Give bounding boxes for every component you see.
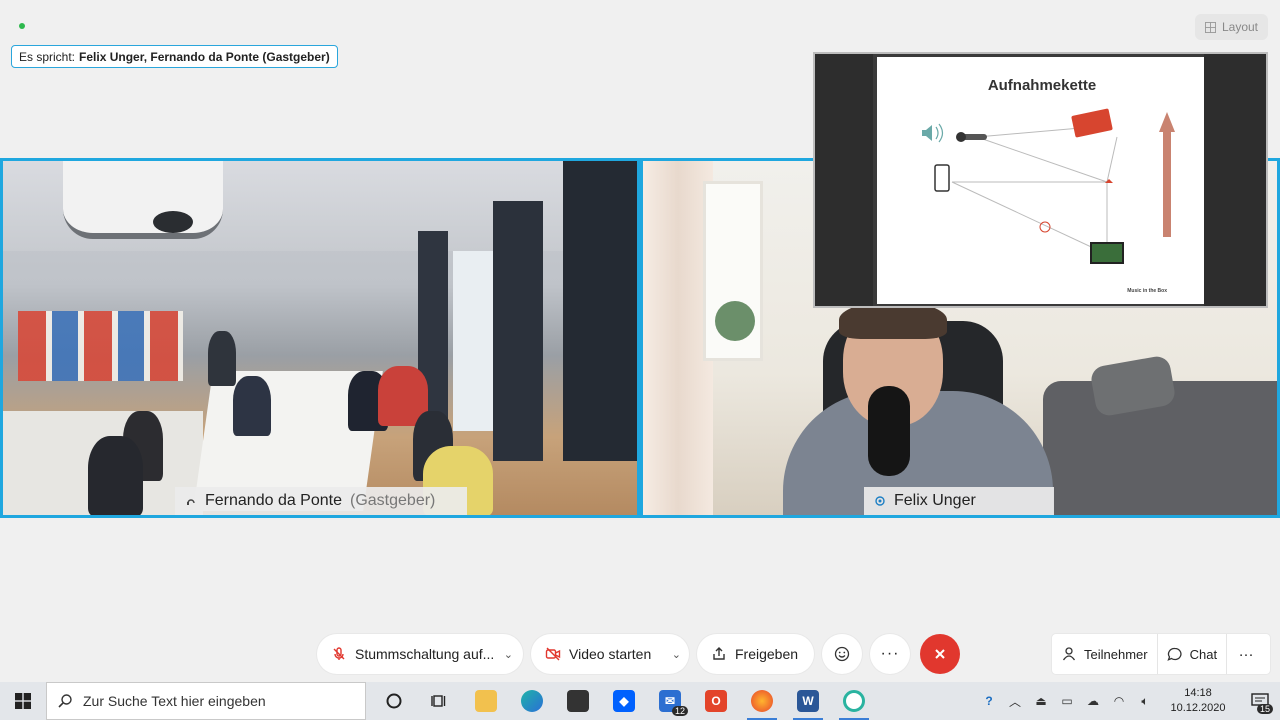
share-button[interactable]: Freigeben (697, 634, 814, 674)
chat-label: Chat (1189, 646, 1218, 662)
clock-date: 10.12.2020 (1170, 702, 1226, 714)
search-icon (58, 694, 72, 708)
taskbar-edge[interactable] (509, 682, 555, 720)
help-icon[interactable]: ? (978, 690, 1000, 712)
system-tray: ? ︿ ⏏ ▭ ☁ ◠ 🔈︎ 14:18 10.12.2020 15 (978, 682, 1280, 720)
mute-label: Stummschaltung auf... (355, 646, 495, 662)
audio-icon (187, 499, 195, 505)
webex-icon (843, 690, 865, 712)
chat-button[interactable]: Chat (1158, 634, 1226, 674)
taskbar-word[interactable]: W (785, 682, 831, 720)
notification-center-button[interactable]: 15 (1240, 682, 1280, 720)
participant-name-tag: Felix Unger (864, 487, 1054, 515)
more-dots-icon: ··· (1238, 645, 1254, 663)
word-icon: W (797, 690, 819, 712)
recording-chain-diagram (922, 108, 1175, 264)
share-label: Freigeben (735, 646, 799, 662)
emoji-icon (834, 646, 850, 662)
edge-icon (521, 690, 543, 712)
speaking-icon (875, 496, 885, 506)
taskbar-mail[interactable]: ✉ 12 (647, 682, 693, 720)
participant-role: (Gastgeber) (350, 492, 436, 509)
taskbar-store[interactable] (555, 682, 601, 720)
leave-meeting-button[interactable] (920, 634, 960, 674)
start-video-button[interactable]: Video starten ⌄ (531, 634, 689, 674)
volume-icon[interactable]: 🔈︎ (1134, 690, 1156, 712)
participants-label: Teilnehmer (1084, 646, 1148, 662)
battery-icon[interactable]: ▭ (1056, 690, 1078, 712)
usb-icon[interactable]: ⏏ (1030, 690, 1052, 712)
taskbar-cortana[interactable] (371, 682, 417, 720)
participant-name-tag: Fernando da Ponte (Gastgeber) (175, 487, 467, 515)
layout-button[interactable]: Layout (1194, 14, 1268, 40)
taskbar-webex[interactable] (831, 682, 877, 720)
slide-footer: Music in the Box (1127, 288, 1167, 294)
chat-bubble-icon (1166, 647, 1182, 661)
search-placeholder: Zur Suche Text hier eingeben (83, 693, 266, 709)
layout-label: Layout (1221, 20, 1258, 34)
participants-button[interactable]: Teilnehmer (1052, 634, 1157, 674)
share-icon (713, 647, 725, 660)
dropbox-icon: ◆ (613, 690, 635, 712)
reactions-button[interactable] (822, 634, 862, 674)
wifi-icon[interactable]: ◠ (1108, 690, 1130, 712)
cortana-icon (386, 693, 402, 709)
chevron-down-icon[interactable]: ⌄ (504, 648, 513, 661)
onedrive-icon[interactable]: ☁ (1082, 690, 1104, 712)
chevron-up-icon[interactable]: ︿ (1004, 690, 1026, 712)
participant-name: Fernando da Ponte (205, 492, 342, 509)
windows-logo-icon (15, 693, 31, 709)
connection-status-dot (19, 23, 25, 29)
firefox-icon (751, 690, 773, 712)
clock[interactable]: 14:18 10.12.2020 (1160, 686, 1236, 716)
participant-name: Felix Unger (894, 492, 976, 509)
taskbar-task-view[interactable] (417, 682, 463, 720)
office-icon: O (705, 690, 727, 712)
taskbar-file-explorer[interactable] (463, 682, 509, 720)
more-options-button[interactable]: ··· (870, 634, 910, 674)
clock-time: 14:18 (1184, 687, 1212, 699)
speaker-prefix: Es spricht: (19, 49, 76, 64)
taskbar-dropbox[interactable]: ◆ (601, 682, 647, 720)
unmute-button[interactable]: Stummschaltung auf... ⌄ (317, 634, 523, 674)
notification-count: 15 (1256, 704, 1273, 714)
more-dots-icon: ··· (880, 645, 900, 662)
taskbar-search[interactable]: Zur Suche Text hier eingeben (46, 682, 366, 720)
presentation-slide: Aufnahmekette Music in the Box (877, 57, 1207, 304)
video-label: Video starten (569, 646, 652, 662)
person-icon (1062, 647, 1076, 661)
microphone-muted-icon (333, 647, 345, 660)
panel-more-button[interactable]: ··· (1227, 634, 1265, 674)
video-tile-fernando[interactable]: Fernando da Ponte (Gastgeber) (0, 158, 640, 518)
windows-taskbar: Zur Suche Text hier eingeben ◆ ✉ 12 O W ?… (0, 682, 1280, 720)
video-off-icon (545, 647, 561, 661)
active-speaker-banner: Es spricht: Felix Unger, Fernando da Pon… (11, 45, 338, 68)
start-button[interactable] (0, 682, 46, 720)
task-view-icon (431, 695, 446, 707)
speaker-names: Felix Unger, Fernando da Ponte (Gastgebe… (79, 49, 330, 64)
grid-icon (1204, 21, 1216, 33)
close-icon (935, 649, 945, 659)
folder-icon (475, 690, 497, 712)
taskbar-office[interactable]: O (693, 682, 739, 720)
store-icon (567, 690, 589, 712)
shared-screen-panel[interactable]: Aufnahmekette Music in the Box (813, 52, 1268, 308)
taskbar-firefox[interactable] (739, 682, 785, 720)
mail-badge: 12 (671, 706, 688, 716)
chevron-down-icon[interactable]: ⌄ (672, 648, 681, 661)
panel-controls: Teilnehmer Chat ··· (1052, 634, 1270, 674)
classroom-video-feed (3, 161, 637, 515)
